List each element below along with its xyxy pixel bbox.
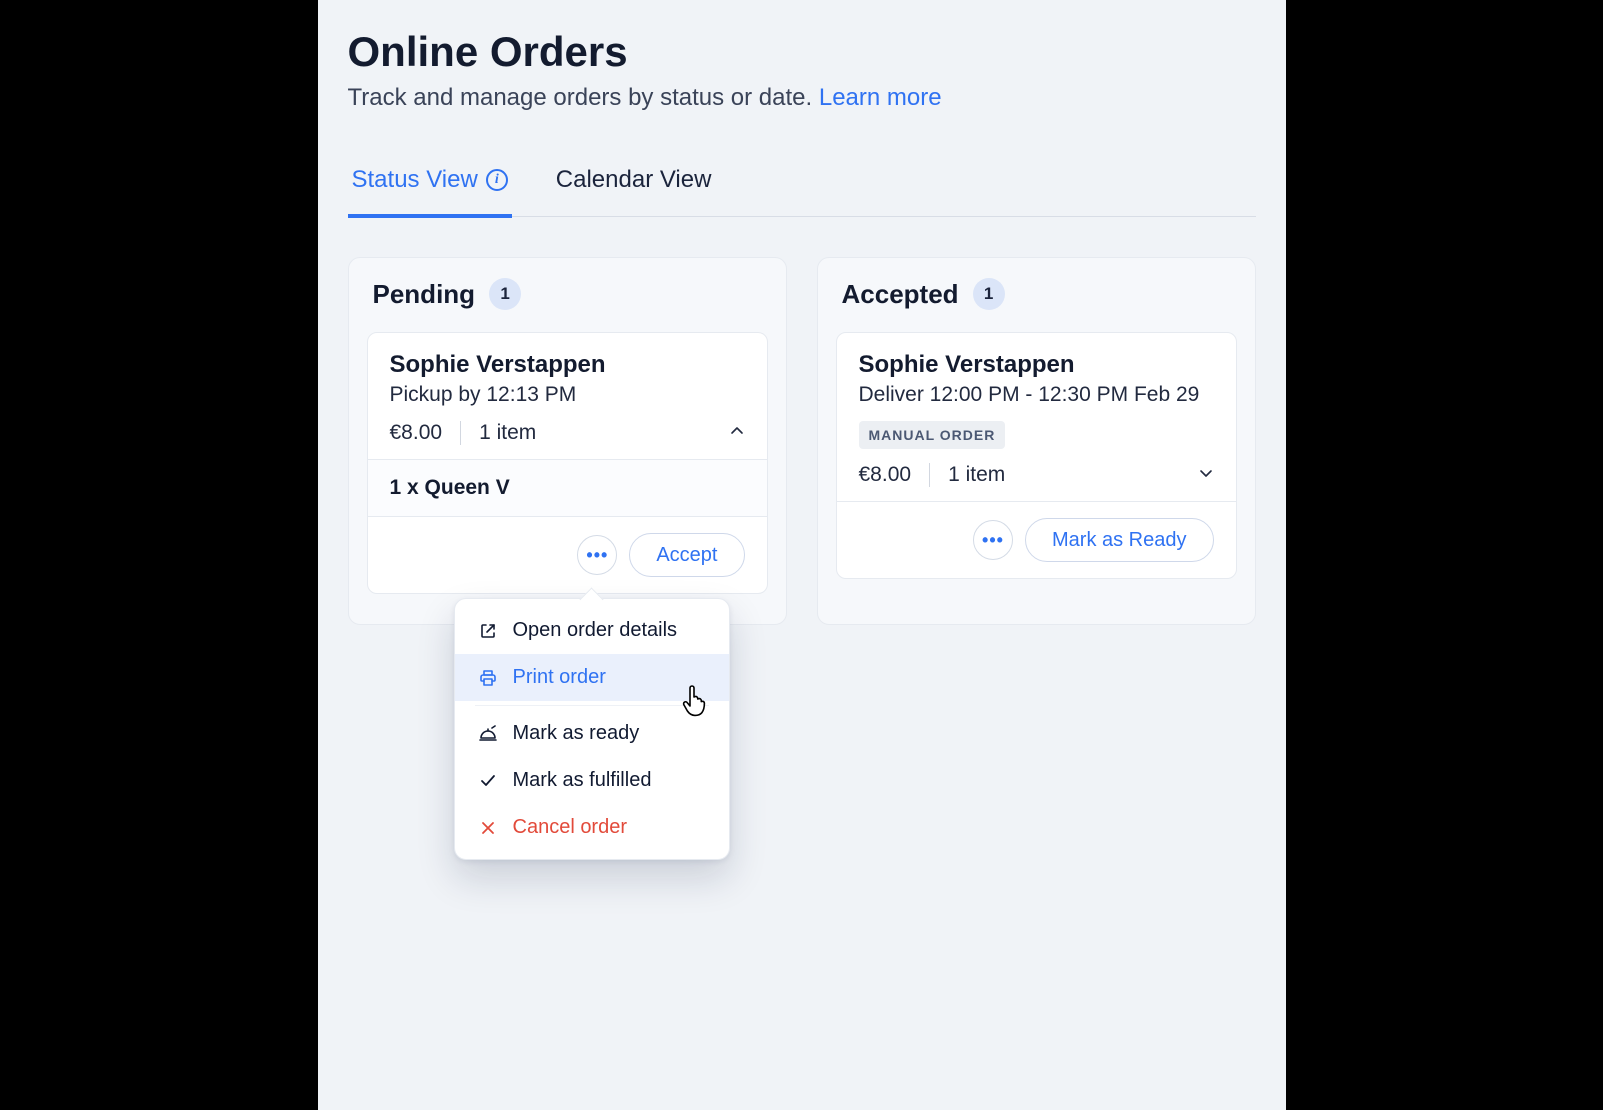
- fulfilment-info: Pickup by 12:13 PM: [390, 383, 745, 407]
- card-actions: ••• Mark as Ready: [837, 501, 1236, 578]
- manual-order-tag: MANUAL ORDER: [859, 421, 1006, 449]
- dd-label: Mark as fulfilled: [513, 769, 652, 792]
- learn-more-link[interactable]: Learn more: [819, 84, 942, 111]
- customer-name: Sophie Verstappen: [859, 351, 1214, 379]
- items-count: 1 item: [929, 463, 1005, 487]
- orders-page: Online Orders Track and manage orders by…: [318, 0, 1286, 1110]
- order-actions-dropdown: Open order details Print order Mark as r…: [454, 598, 730, 860]
- page-subtitle: Track and manage orders by status or dat…: [348, 84, 1256, 112]
- card-actions: ••• Accept: [368, 516, 767, 593]
- page-title: Online Orders: [348, 28, 1256, 76]
- tab-status-view[interactable]: Status View i: [348, 166, 512, 218]
- subtitle-text: Track and manage orders by status or dat…: [348, 84, 819, 111]
- view-tabs: Status View i Calendar View: [348, 166, 1256, 217]
- column-accepted-header: Accepted 1: [836, 278, 1237, 310]
- dd-label: Cancel order: [513, 816, 628, 839]
- order-price: €8.00: [859, 463, 930, 487]
- info-icon[interactable]: i: [486, 169, 508, 191]
- printer-icon: [477, 669, 499, 687]
- items-count: 1 item: [460, 421, 536, 445]
- mark-ready-button[interactable]: Mark as Ready: [1025, 518, 1214, 562]
- order-card-pending[interactable]: Sophie Verstappen Pickup by 12:13 PM €8.…: [367, 332, 768, 594]
- line-item: 1 x Queen V: [368, 459, 767, 516]
- dropdown-open-details[interactable]: Open order details: [455, 607, 729, 654]
- tab-status-label: Status View: [352, 166, 478, 194]
- dd-label: Print order: [513, 666, 606, 689]
- dropdown-mark-fulfilled[interactable]: Mark as fulfilled: [455, 757, 729, 804]
- price-row: €8.00 1 item: [390, 421, 745, 445]
- check-icon: [477, 772, 499, 790]
- fulfilment-info: Deliver 12:00 PM - 12:30 PM Feb 29: [859, 383, 1214, 407]
- column-accepted: Accepted 1 Sophie Verstappen Deliver 12:…: [817, 257, 1256, 625]
- external-link-icon: [477, 622, 499, 640]
- more-actions-button[interactable]: •••: [973, 520, 1013, 560]
- tab-calendar-view[interactable]: Calendar View: [552, 166, 716, 218]
- card-head: Sophie Verstappen Deliver 12:00 PM - 12:…: [837, 333, 1236, 501]
- dropdown-cancel-order[interactable]: Cancel order: [455, 804, 729, 851]
- pending-count-badge: 1: [489, 278, 521, 310]
- close-icon: [477, 820, 499, 836]
- dd-label: Mark as ready: [513, 722, 640, 745]
- order-price: €8.00: [390, 421, 461, 445]
- chevron-down-icon[interactable]: [1198, 463, 1214, 487]
- accept-button[interactable]: Accept: [629, 533, 744, 577]
- dropdown-divider: [475, 705, 709, 706]
- bell-icon: [477, 725, 499, 743]
- price-row: €8.00 1 item: [859, 463, 1214, 487]
- dropdown-print-order[interactable]: Print order: [455, 654, 729, 701]
- chevron-up-icon[interactable]: [729, 421, 745, 445]
- accepted-count-badge: 1: [973, 278, 1005, 310]
- more-actions-button[interactable]: •••: [577, 535, 617, 575]
- customer-name: Sophie Verstappen: [390, 351, 745, 379]
- dropdown-mark-ready[interactable]: Mark as ready: [455, 710, 729, 757]
- column-accepted-title: Accepted: [842, 279, 959, 310]
- column-pending-title: Pending: [373, 279, 476, 310]
- order-card-accepted[interactable]: Sophie Verstappen Deliver 12:00 PM - 12:…: [836, 332, 1237, 579]
- column-pending: Pending 1 Sophie Verstappen Pickup by 12…: [348, 257, 787, 625]
- card-head: Sophie Verstappen Pickup by 12:13 PM €8.…: [368, 333, 767, 459]
- column-pending-header: Pending 1: [367, 278, 768, 310]
- dd-label: Open order details: [513, 619, 678, 642]
- tab-calendar-label: Calendar View: [556, 166, 712, 194]
- status-columns: Pending 1 Sophie Verstappen Pickup by 12…: [348, 257, 1256, 625]
